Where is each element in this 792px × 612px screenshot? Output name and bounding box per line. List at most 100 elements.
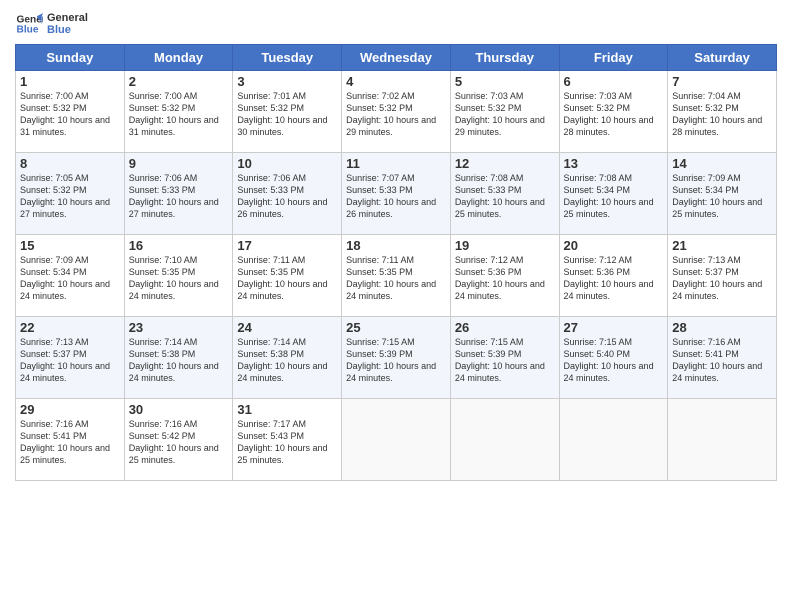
calendar-cell: 27 Sunrise: 7:15 AM Sunset: 5:40 PM Dayl… <box>559 317 668 399</box>
calendar-cell: 12 Sunrise: 7:08 AM Sunset: 5:33 PM Dayl… <box>450 153 559 235</box>
calendar-cell: 18 Sunrise: 7:11 AM Sunset: 5:35 PM Dayl… <box>342 235 451 317</box>
calendar-cell: 26 Sunrise: 7:15 AM Sunset: 5:39 PM Dayl… <box>450 317 559 399</box>
day-number: 29 <box>20 402 120 417</box>
calendar-cell: 25 Sunrise: 7:15 AM Sunset: 5:39 PM Dayl… <box>342 317 451 399</box>
weekday-header-monday: Monday <box>124 45 233 71</box>
day-number: 13 <box>564 156 664 171</box>
day-info: Sunrise: 7:03 AM Sunset: 5:32 PM Dayligh… <box>564 90 664 139</box>
calendar-cell: 16 Sunrise: 7:10 AM Sunset: 5:35 PM Dayl… <box>124 235 233 317</box>
calendar-cell: 5 Sunrise: 7:03 AM Sunset: 5:32 PM Dayli… <box>450 71 559 153</box>
day-info: Sunrise: 7:13 AM Sunset: 5:37 PM Dayligh… <box>672 254 772 303</box>
calendar-cell: 28 Sunrise: 7:16 AM Sunset: 5:41 PM Dayl… <box>668 317 777 399</box>
day-info: Sunrise: 7:16 AM Sunset: 5:41 PM Dayligh… <box>672 336 772 385</box>
day-number: 23 <box>129 320 229 335</box>
weekday-header-friday: Friday <box>559 45 668 71</box>
calendar-cell: 15 Sunrise: 7:09 AM Sunset: 5:34 PM Dayl… <box>16 235 125 317</box>
day-number: 2 <box>129 74 229 89</box>
day-number: 25 <box>346 320 446 335</box>
day-number: 21 <box>672 238 772 253</box>
day-info: Sunrise: 7:12 AM Sunset: 5:36 PM Dayligh… <box>564 254 664 303</box>
logo-text-blue: Blue <box>47 24 88 36</box>
calendar-cell <box>668 399 777 481</box>
day-number: 10 <box>237 156 337 171</box>
weekday-header-wednesday: Wednesday <box>342 45 451 71</box>
calendar-week-row: 8 Sunrise: 7:05 AM Sunset: 5:32 PM Dayli… <box>16 153 777 235</box>
day-info: Sunrise: 7:02 AM Sunset: 5:32 PM Dayligh… <box>346 90 446 139</box>
calendar-cell: 2 Sunrise: 7:00 AM Sunset: 5:32 PM Dayli… <box>124 71 233 153</box>
calendar-cell: 9 Sunrise: 7:06 AM Sunset: 5:33 PM Dayli… <box>124 153 233 235</box>
day-number: 15 <box>20 238 120 253</box>
calendar-cell <box>450 399 559 481</box>
day-info: Sunrise: 7:11 AM Sunset: 5:35 PM Dayligh… <box>237 254 337 303</box>
calendar-cell: 24 Sunrise: 7:14 AM Sunset: 5:38 PM Dayl… <box>233 317 342 399</box>
day-info: Sunrise: 7:09 AM Sunset: 5:34 PM Dayligh… <box>20 254 120 303</box>
calendar-week-row: 29 Sunrise: 7:16 AM Sunset: 5:41 PM Dayl… <box>16 399 777 481</box>
day-info: Sunrise: 7:05 AM Sunset: 5:32 PM Dayligh… <box>20 172 120 221</box>
calendar-cell: 29 Sunrise: 7:16 AM Sunset: 5:41 PM Dayl… <box>16 399 125 481</box>
calendar-cell: 20 Sunrise: 7:12 AM Sunset: 5:36 PM Dayl… <box>559 235 668 317</box>
header: General Blue General Blue <box>15 10 777 38</box>
day-number: 19 <box>455 238 555 253</box>
weekday-header-sunday: Sunday <box>16 45 125 71</box>
day-number: 22 <box>20 320 120 335</box>
svg-text:Blue: Blue <box>17 25 39 36</box>
calendar-cell: 23 Sunrise: 7:14 AM Sunset: 5:38 PM Dayl… <box>124 317 233 399</box>
day-info: Sunrise: 7:15 AM Sunset: 5:39 PM Dayligh… <box>455 336 555 385</box>
day-number: 30 <box>129 402 229 417</box>
day-info: Sunrise: 7:06 AM Sunset: 5:33 PM Dayligh… <box>237 172 337 221</box>
calendar-header-row: SundayMondayTuesdayWednesdayThursdayFrid… <box>16 45 777 71</box>
calendar-cell: 7 Sunrise: 7:04 AM Sunset: 5:32 PM Dayli… <box>668 71 777 153</box>
day-info: Sunrise: 7:14 AM Sunset: 5:38 PM Dayligh… <box>129 336 229 385</box>
day-number: 8 <box>20 156 120 171</box>
day-number: 26 <box>455 320 555 335</box>
day-number: 6 <box>564 74 664 89</box>
day-info: Sunrise: 7:00 AM Sunset: 5:32 PM Dayligh… <box>129 90 229 139</box>
day-number: 20 <box>564 238 664 253</box>
calendar-cell: 13 Sunrise: 7:08 AM Sunset: 5:34 PM Dayl… <box>559 153 668 235</box>
day-number: 9 <box>129 156 229 171</box>
weekday-header-tuesday: Tuesday <box>233 45 342 71</box>
day-info: Sunrise: 7:16 AM Sunset: 5:41 PM Dayligh… <box>20 418 120 467</box>
calendar-cell: 22 Sunrise: 7:13 AM Sunset: 5:37 PM Dayl… <box>16 317 125 399</box>
day-number: 1 <box>20 74 120 89</box>
calendar-cell: 30 Sunrise: 7:16 AM Sunset: 5:42 PM Dayl… <box>124 399 233 481</box>
day-info: Sunrise: 7:13 AM Sunset: 5:37 PM Dayligh… <box>20 336 120 385</box>
weekday-header-saturday: Saturday <box>668 45 777 71</box>
day-info: Sunrise: 7:00 AM Sunset: 5:32 PM Dayligh… <box>20 90 120 139</box>
calendar-cell: 31 Sunrise: 7:17 AM Sunset: 5:43 PM Dayl… <box>233 399 342 481</box>
day-info: Sunrise: 7:09 AM Sunset: 5:34 PM Dayligh… <box>672 172 772 221</box>
day-number: 27 <box>564 320 664 335</box>
calendar-week-row: 15 Sunrise: 7:09 AM Sunset: 5:34 PM Dayl… <box>16 235 777 317</box>
day-number: 28 <box>672 320 772 335</box>
day-number: 5 <box>455 74 555 89</box>
calendar-cell <box>342 399 451 481</box>
day-info: Sunrise: 7:01 AM Sunset: 5:32 PM Dayligh… <box>237 90 337 139</box>
day-number: 7 <box>672 74 772 89</box>
calendar-cell: 14 Sunrise: 7:09 AM Sunset: 5:34 PM Dayl… <box>668 153 777 235</box>
day-info: Sunrise: 7:12 AM Sunset: 5:36 PM Dayligh… <box>455 254 555 303</box>
calendar-cell: 10 Sunrise: 7:06 AM Sunset: 5:33 PM Dayl… <box>233 153 342 235</box>
day-number: 14 <box>672 156 772 171</box>
day-number: 31 <box>237 402 337 417</box>
day-info: Sunrise: 7:03 AM Sunset: 5:32 PM Dayligh… <box>455 90 555 139</box>
calendar-cell <box>559 399 668 481</box>
day-number: 18 <box>346 238 446 253</box>
page-container: General Blue General Blue SundayMondayTu… <box>0 0 792 491</box>
day-info: Sunrise: 7:06 AM Sunset: 5:33 PM Dayligh… <box>129 172 229 221</box>
day-info: Sunrise: 7:11 AM Sunset: 5:35 PM Dayligh… <box>346 254 446 303</box>
day-number: 16 <box>129 238 229 253</box>
day-info: Sunrise: 7:14 AM Sunset: 5:38 PM Dayligh… <box>237 336 337 385</box>
calendar-cell: 17 Sunrise: 7:11 AM Sunset: 5:35 PM Dayl… <box>233 235 342 317</box>
day-info: Sunrise: 7:07 AM Sunset: 5:33 PM Dayligh… <box>346 172 446 221</box>
day-number: 17 <box>237 238 337 253</box>
calendar-table: SundayMondayTuesdayWednesdayThursdayFrid… <box>15 44 777 481</box>
calendar-week-row: 1 Sunrise: 7:00 AM Sunset: 5:32 PM Dayli… <box>16 71 777 153</box>
calendar-cell: 21 Sunrise: 7:13 AM Sunset: 5:37 PM Dayl… <box>668 235 777 317</box>
logo: General Blue General Blue <box>15 10 88 38</box>
calendar-week-row: 22 Sunrise: 7:13 AM Sunset: 5:37 PM Dayl… <box>16 317 777 399</box>
calendar-cell: 11 Sunrise: 7:07 AM Sunset: 5:33 PM Dayl… <box>342 153 451 235</box>
day-info: Sunrise: 7:04 AM Sunset: 5:32 PM Dayligh… <box>672 90 772 139</box>
day-number: 24 <box>237 320 337 335</box>
day-info: Sunrise: 7:15 AM Sunset: 5:40 PM Dayligh… <box>564 336 664 385</box>
calendar-cell: 4 Sunrise: 7:02 AM Sunset: 5:32 PM Dayli… <box>342 71 451 153</box>
